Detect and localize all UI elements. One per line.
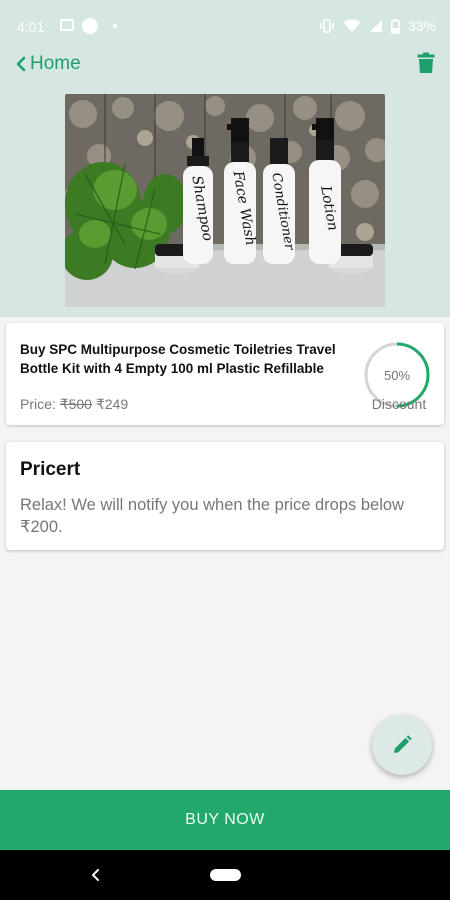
back-button[interactable]: Home [14,53,81,75]
status-bar: 4:01 33% [0,0,450,50]
vibrate-icon [320,19,334,33]
discount-label: Discount [371,396,427,412]
status-time: 4:01 [17,19,45,35]
gallery-notification-icon [60,19,74,31]
delete-button[interactable] [417,52,435,79]
nav-home-pill[interactable] [210,869,241,881]
nav-back-icon[interactable] [88,866,102,884]
more-notifications-dot-icon [113,24,117,28]
app-bar: Home [0,50,450,80]
battery-percent: 33% [407,18,436,34]
product-image: Shampoo Face Wash Conditioner Lotion [65,94,385,307]
product-card[interactable]: Buy SPC Multipurpose Cosmetic Toiletries… [6,323,444,425]
system-nav-bar [0,850,450,900]
price-line: Price: ₹500 ₹249 [20,396,128,413]
battery-icon [390,18,400,34]
wifi-icon [343,19,361,32]
signal-icon [369,20,382,32]
back-label: Home [30,53,81,74]
old-price: ₹500 [59,396,92,412]
edit-pencil-icon [394,735,412,753]
trash-icon [417,52,435,73]
alert-title: Pricert [20,459,81,480]
buy-now-button[interactable]: BUY NOW [0,790,450,850]
product-title: Buy SPC Multipurpose Cosmetic Toiletries… [20,342,336,376]
notification-circle-icon [82,18,98,34]
price-label: Price: [20,396,56,412]
price-alert-card: Pricert Relax! We will notify you when t… [6,442,444,550]
back-chevron-icon [16,56,26,72]
buy-now-label: BUY NOW [185,811,265,828]
status-right-group: 33% [319,18,436,34]
new-price: ₹249 [95,396,129,412]
edit-alert-button[interactable] [372,715,432,775]
discount-percent: 50% [384,368,410,383]
alert-message: Relax! We will notify you when the price… [20,496,404,536]
